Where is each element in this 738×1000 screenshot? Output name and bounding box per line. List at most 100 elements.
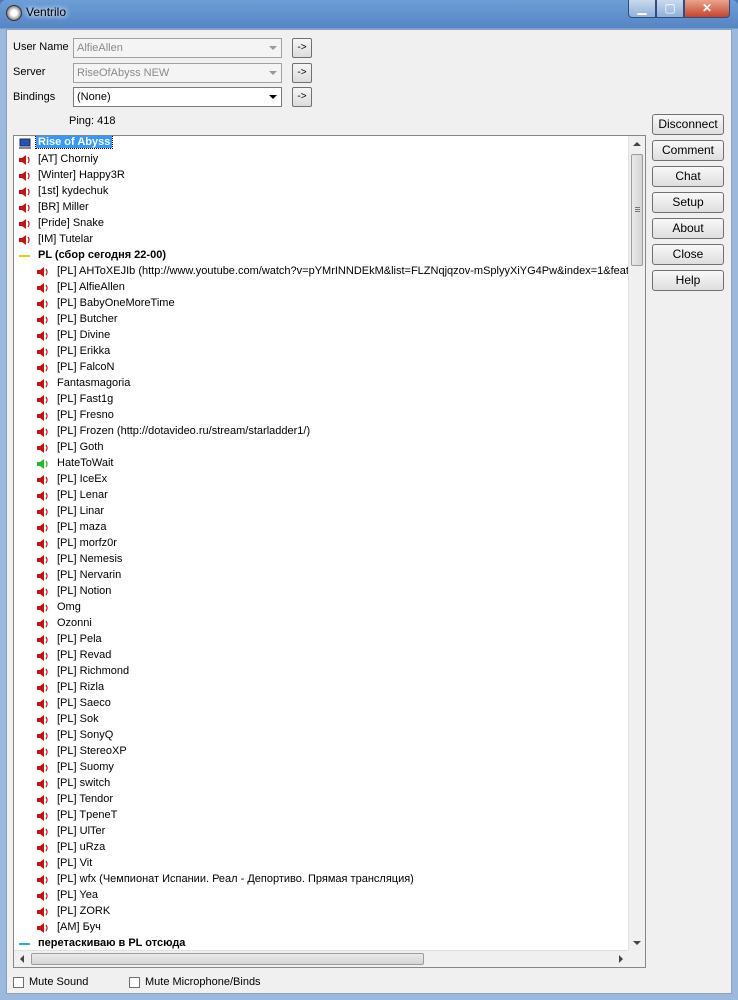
tree-user-item[interactable]: [PL] Erikka	[14, 344, 629, 360]
tree-user-item[interactable]: [PL] uRza	[14, 840, 629, 856]
user-name-combo[interactable]: AlfieAllen	[73, 38, 282, 58]
server-combo[interactable]: RiseOfAbyss NEW	[73, 63, 282, 83]
tree-user-item[interactable]: [PL] Tendor	[14, 792, 629, 808]
tree-user-item[interactable]: [PL] Butcher	[14, 312, 629, 328]
checkbox-box[interactable]	[13, 977, 24, 988]
tree-user-item[interactable]: [Winter] Happy3R	[14, 168, 629, 184]
help-button[interactable]: Help	[652, 270, 724, 291]
setup-button[interactable]: Setup	[652, 192, 724, 213]
tree-channel-pl[interactable]: PL (сбор сегодня 22-00)	[14, 248, 629, 264]
tree-user-item[interactable]: [PL] Suomy	[14, 760, 629, 776]
mute-sound-label: Mute Sound	[29, 976, 89, 988]
maximize-button[interactable]: ▢	[656, 0, 684, 18]
tree-user-item[interactable]: [PL] Nervarin	[14, 568, 629, 584]
tree-user-item[interactable]: [IM] Tutelar	[14, 232, 629, 248]
tree-user-item[interactable]: [BR] Miller	[14, 200, 629, 216]
vertical-scrollbar[interactable]	[628, 136, 645, 951]
row-label: [PL] ZORK	[57, 905, 111, 917]
tree-user-item[interactable]: [PL] TpeneT	[14, 808, 629, 824]
tree-user-item[interactable]: [PL] AlfieAllen	[14, 280, 629, 296]
speaker-icon	[37, 427, 48, 437]
row-label: Ozonni	[57, 617, 92, 629]
close-button[interactable]: Close	[652, 244, 724, 265]
scroll-up-arrow-icon[interactable]	[633, 142, 641, 146]
tree-user-item[interactable]: [PL] Yea	[14, 888, 629, 904]
tree-user-item[interactable]: [PL] BabyOneMoreTime	[14, 296, 629, 312]
tree-user-item[interactable]: [PL] Notion	[14, 584, 629, 600]
tree-user-item[interactable]: Ozonni	[14, 616, 629, 632]
chat-button[interactable]: Chat	[652, 166, 724, 187]
scroll-down-arrow-icon[interactable]	[633, 941, 641, 945]
tree-user-item[interactable]: [PL] Goth	[14, 440, 629, 456]
row-label: HateToWait	[57, 457, 114, 469]
bindings-combo[interactable]: (None)	[73, 87, 282, 107]
row-label: [PL] Yea	[57, 889, 98, 901]
tree-user-item[interactable]: [AT] Chorniy	[14, 152, 629, 168]
tree-user-item[interactable]: [PL] UlTer	[14, 824, 629, 840]
comment-button[interactable]: Comment	[652, 140, 724, 161]
title-bar[interactable]: Ventrilo ▁ ▢ ✕	[0, 0, 738, 26]
horizontal-scrollbar[interactable]	[14, 950, 629, 967]
speaker-icon	[37, 603, 48, 613]
checkbox-box[interactable]	[129, 977, 140, 988]
scroll-left-arrow-icon[interactable]	[20, 955, 24, 963]
user-name-go-button[interactable]: ->	[292, 38, 312, 58]
tree-user-item[interactable]: [PL] SonyQ	[14, 728, 629, 744]
tree-user-item[interactable]: HateToWait	[14, 456, 629, 472]
server-computer-icon	[19, 138, 31, 149]
disconnect-button[interactable]: Disconnect	[652, 114, 724, 135]
row-icon	[36, 346, 50, 358]
tree-user-item[interactable]: [PL] Nemesis	[14, 552, 629, 568]
tree-user-item[interactable]: [PL] AHToXEJIb (http://www.youtube.com/w…	[14, 264, 629, 280]
speaker-icon	[37, 571, 48, 581]
scroll-right-arrow-icon[interactable]	[619, 955, 623, 963]
tree-user-item[interactable]: [PL] Divine	[14, 328, 629, 344]
tree-user-item[interactable]: [PL] wfx (Чемпионат Испании. Реал - Депо…	[14, 872, 629, 888]
row-icon	[36, 538, 50, 550]
tree-server-node[interactable]: Rise of Abyss	[14, 136, 629, 152]
row-icon	[36, 506, 50, 518]
speaker-icon	[37, 731, 48, 741]
speaker-icon	[37, 539, 48, 549]
tree-user-item[interactable]: [PL] Richmond	[14, 664, 629, 680]
tree-user-item[interactable]: [PL] Fresno	[14, 408, 629, 424]
tree-user-item[interactable]: [PL] Frozen (http://dotavideo.ru/stream/…	[14, 424, 629, 440]
tree-user-item[interactable]: [PL] Pela	[14, 632, 629, 648]
tree-user-item[interactable]: [PL] Fast1g	[14, 392, 629, 408]
tree-user-item[interactable]: [PL] FalcoN	[14, 360, 629, 376]
bindings-go-button[interactable]: ->	[292, 87, 312, 107]
row-label: [PL] uRza	[57, 841, 106, 853]
tree-user-item[interactable]: [PL] ZORK	[14, 904, 629, 920]
close-window-button[interactable]: ✕	[684, 0, 730, 18]
row-label: Omg	[57, 601, 81, 613]
tree-user-item[interactable]: [PL] Linar	[14, 504, 629, 520]
tree-user-item[interactable]: [PL] Lenar	[14, 488, 629, 504]
server-go-button[interactable]: ->	[292, 63, 312, 83]
tree-user-item[interactable]: [1st] kydechuk	[14, 184, 629, 200]
channel-tree[interactable]: Rise of Abyss [AT] Chorniy [Winter] Happy3…	[13, 135, 646, 968]
bindings-label: Bindings	[13, 91, 56, 103]
tree-user-item[interactable]: [PL] Vit	[14, 856, 629, 872]
row-label: [PL] AHToXEJIb (http://www.youtube.com/w…	[57, 265, 629, 277]
horizontal-scroll-thumb[interactable]	[31, 953, 424, 965]
minimize-button[interactable]: ▁	[628, 0, 656, 18]
tree-user-item[interactable]: [PL] IceEx	[14, 472, 629, 488]
tree-user-item[interactable]: [PL] maza	[14, 520, 629, 536]
tree-user-item[interactable]: [PL] Rizla	[14, 680, 629, 696]
tree-user-item[interactable]: [PL] switch	[14, 776, 629, 792]
about-button[interactable]: About	[652, 218, 724, 239]
tree-user-item[interactable]: [PL] morfz0r	[14, 536, 629, 552]
tree-user-item[interactable]: [PL] Revad	[14, 648, 629, 664]
row-label: [PL] Fresno	[57, 409, 114, 421]
tree-user-item[interactable]: Omg	[14, 600, 629, 616]
tree-user-item[interactable]: [PL] Saeco	[14, 696, 629, 712]
row-icon	[36, 474, 50, 486]
tree-user-item[interactable]: [AM] Буч	[14, 920, 629, 936]
tree-user-item[interactable]: [PL] StereoXP	[14, 744, 629, 760]
tree-user-item[interactable]: [Pride] Snake	[14, 216, 629, 232]
speaker-icon	[19, 203, 30, 213]
row-icon	[36, 458, 50, 470]
tree-user-item[interactable]: [PL] Sok	[14, 712, 629, 728]
vertical-scroll-thumb[interactable]	[631, 154, 643, 266]
tree-user-item[interactable]: Fantasmagoria	[14, 376, 629, 392]
